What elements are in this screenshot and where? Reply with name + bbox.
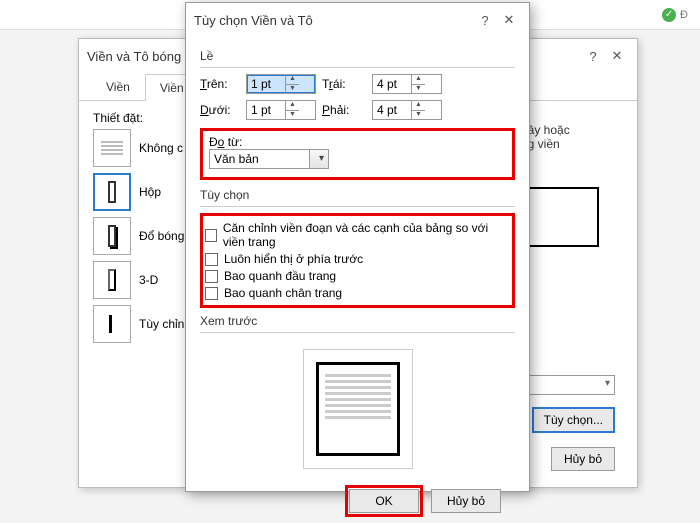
help-icon[interactable]: ? [581,45,605,67]
spin-up-icon[interactable]: ▲ [412,101,425,111]
preview-group-label: Xem trước [200,314,515,328]
options-dialog-title-bar: Tùy chọn Viền và Tô ? ✕ [186,3,529,37]
spin-down-icon[interactable]: ▼ [286,85,299,94]
right-label: Phải: [322,103,366,117]
check-surround-footer[interactable]: Bao quanh chân trang [205,286,510,300]
spin-down-icon[interactable]: ▼ [412,111,425,120]
style-3d[interactable]: 3-D [93,261,184,299]
left-spinner[interactable]: ▲▼ [372,74,442,94]
bottom-spinner[interactable]: ▲▼ [246,100,316,120]
options-dialog-title: Tùy chọn Viền và Tô [194,13,473,28]
options-button[interactable]: Tùy chọn... [532,407,615,433]
measure-from-highlight: Đo từ: Văn bản [200,128,515,180]
options-group-label: Tùy chọn [200,188,515,202]
margins-group-label: Lề [200,49,515,63]
bottom-input[interactable] [247,101,285,119]
check-align-borders[interactable]: Căn chỉnh viền đoạn và các cạnh của bảng… [205,221,510,249]
style-list: Không c Hộp Đổ bóng 3-D Tùy chỉn [93,129,184,343]
border-options-dialog: Tùy chọn Viền và Tô ? ✕ Lề Trên: ▲▼ Trái… [185,2,530,492]
style-shadow[interactable]: Đổ bóng [93,217,184,255]
share-label[interactable]: Đ [680,9,688,21]
spin-up-icon[interactable]: ▲ [412,75,425,85]
setting-section-label: Thiết đặt: [93,111,184,125]
left-input[interactable] [373,75,411,93]
preview-area [200,339,515,483]
preview-thumbnail [521,187,599,247]
style-box[interactable]: Hộp [93,173,184,211]
spin-down-icon[interactable]: ▼ [412,85,425,94]
style-none[interactable]: Không c [93,129,184,167]
left-label: Trái: [322,77,366,91]
margins-grid: Trên: ▲▼ Trái: ▲▼ Dưới: ▲▼ Phải: ▲▼ [200,74,515,120]
close-icon[interactable]: ✕ [497,9,521,31]
check-always-front[interactable]: Luôn hiển thị ở phía trước [205,252,510,266]
measure-from-select[interactable]: Văn bản [209,149,329,169]
tab-border[interactable]: Viền [91,73,145,100]
ok-button[interactable]: OK [349,489,419,513]
top-label: Trên: [200,77,240,91]
spin-up-icon[interactable]: ▲ [286,75,299,85]
top-spinner[interactable]: ▲▼ [246,74,316,94]
preview-page [303,349,413,469]
top-input[interactable] [247,75,285,93]
checkbox-icon[interactable] [205,270,218,283]
measure-from-label: Đo từ: [209,135,506,149]
right-input[interactable] [373,101,411,119]
checkbox-icon[interactable] [205,253,218,266]
options-checklist-highlight: Căn chỉnh viền đoạn và các cạnh của bảng… [200,213,515,308]
sync-status-icon: ✓ [662,8,676,22]
bottom-label: Dưới: [200,103,240,117]
dialog-buttons: OK Hủy bỏ [200,483,515,513]
preview-hint: dây hoặc ng viền [521,123,621,247]
style-custom[interactable]: Tùy chỉn [93,305,184,343]
checkbox-icon[interactable] [205,287,218,300]
checkbox-icon[interactable] [205,229,217,242]
cancel-button-bg[interactable]: Hủy bỏ [551,447,615,471]
right-spinner[interactable]: ▲▼ [372,100,442,120]
check-surround-header[interactable]: Bao quanh đầu trang [205,269,510,283]
help-icon[interactable]: ? [473,9,497,31]
spin-down-icon[interactable]: ▼ [286,111,299,120]
close-icon[interactable]: ✕ [605,45,629,67]
spin-up-icon[interactable]: ▲ [286,101,299,111]
cancel-button[interactable]: Hủy bỏ [431,489,501,513]
measure-from-value: Văn bản [214,152,259,166]
